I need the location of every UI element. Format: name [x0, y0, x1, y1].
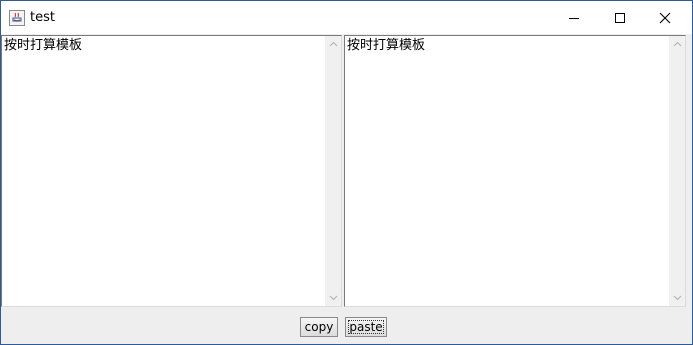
left-vertical-scrollbar[interactable] [325, 36, 341, 306]
minimize-icon [569, 17, 579, 19]
left-text-pane: 按时打算模板 [1, 35, 342, 307]
paste-button[interactable]: paste [345, 317, 387, 337]
maximize-button[interactable] [597, 1, 643, 34]
scroll-down-arrow-icon[interactable] [325, 291, 341, 305]
window-title: test [30, 10, 55, 25]
content-panel: 按时打算模板 按时打算模板 copy paste [1, 34, 692, 344]
left-text-area[interactable]: 按时打算模板 [3, 37, 324, 305]
minimize-button[interactable] [551, 1, 597, 34]
title-bar[interactable]: test [1, 1, 692, 34]
java-app-icon [9, 10, 25, 26]
app-window: test 按时打算模板 按时打算模板 copy paste [0, 0, 693, 345]
right-text-area[interactable]: 按时打算模板 [346, 37, 668, 305]
close-button[interactable] [642, 1, 688, 34]
right-text-pane: 按时打算模板 [344, 35, 686, 307]
copy-button[interactable]: copy [300, 317, 338, 337]
scroll-up-arrow-icon[interactable] [325, 37, 341, 51]
close-icon [659, 12, 671, 23]
scroll-down-arrow-icon[interactable] [669, 291, 685, 305]
right-vertical-scrollbar[interactable] [669, 36, 685, 306]
scroll-up-arrow-icon[interactable] [669, 37, 685, 51]
maximize-icon [615, 12, 625, 23]
